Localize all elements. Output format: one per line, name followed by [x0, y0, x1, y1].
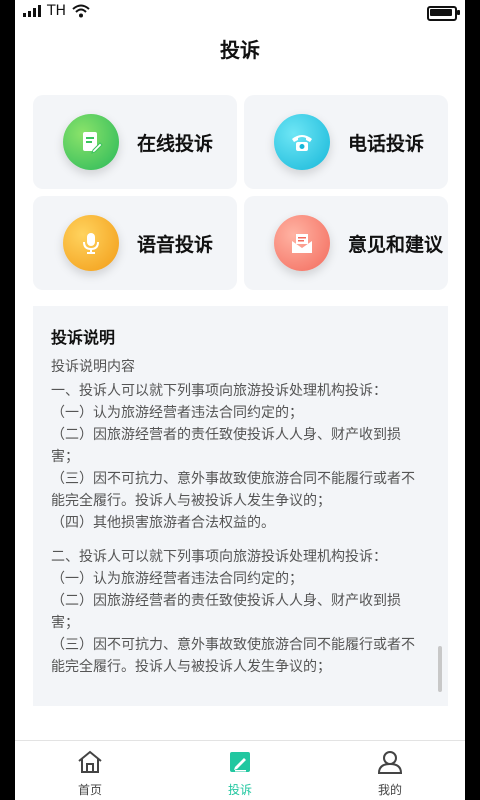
phone-complaint-label: 电话投诉: [348, 132, 425, 155]
notice-subtitle: 投诉说明内容: [51, 359, 135, 375]
notice-line: （三）因不可抗力、意外事故致使旅游合同不能履行或者不能完全履行。投诉人与被投诉人…: [51, 637, 415, 675]
notice-line: （四）其他损害旅游者合法权益的。: [51, 515, 275, 531]
envelope-icon: [274, 215, 330, 271]
page-title: 投诉: [220, 38, 260, 62]
notice-line: （一）认为旅游经营者违法合同约定的；: [51, 571, 303, 587]
online-complaint-label: 在线投诉: [137, 132, 214, 155]
document-edit-icon: [63, 114, 119, 170]
tab-complaint[interactable]: 投诉: [200, 749, 280, 798]
notice-line: （一）认为旅游经营者违法合同约定的；: [51, 405, 303, 421]
online-complaint-button[interactable]: 在线投诉: [33, 95, 237, 189]
voice-complaint-button[interactable]: 语音投诉: [33, 196, 237, 290]
screen: TH 投诉 在线投诉 电话投诉 语音投诉 意见和建议 投诉说明 投诉说明内容 一…: [15, 0, 465, 800]
notice-scrollbar[interactable]: [438, 646, 442, 692]
signal-icon: [23, 5, 41, 17]
notice-line: （二）因旅游经营者的责任致使投诉人人身、财产收到损害；: [51, 427, 401, 465]
tab-home[interactable]: 首页: [50, 749, 130, 798]
battery-icon: [427, 6, 460, 21]
tab-profile-label: 我的: [377, 783, 402, 797]
notice-line: 二、投诉人可以就下列事项向旅游投诉处理机构投诉：: [51, 549, 387, 565]
notice-line: （三）因不可抗力、意外事故致使旅游合同不能履行或者不能完全履行。投诉人与被投诉人…: [51, 471, 415, 509]
tab-profile[interactable]: 我的: [350, 749, 430, 798]
microphone-icon: [63, 215, 119, 271]
status-bar: TH: [15, 0, 465, 24]
tab-home-label: 首页: [77, 783, 102, 797]
home-icon: [78, 750, 102, 773]
user-icon: [377, 751, 403, 774]
notice-line: （二）因旅游经营者的责任致使投诉人人身、财产收到损害；: [51, 593, 401, 631]
complaint-options: 在线投诉 电话投诉 语音投诉 意见和建议: [33, 95, 448, 290]
bottom-tab-bar: 首页 投诉 我的: [15, 740, 465, 800]
carrier-label: TH: [47, 3, 67, 19]
suggestion-label: 意见和建议: [348, 233, 444, 256]
voice-complaint-label: 语音投诉: [137, 233, 214, 256]
phone-complaint-button[interactable]: 电话投诉: [244, 95, 448, 189]
telephone-icon: [274, 114, 330, 170]
notice-line: 一、投诉人可以就下列事项向旅游投诉处理机构投诉：: [51, 383, 387, 399]
notice-title: 投诉说明: [51, 328, 116, 347]
complaint-notice: 投诉说明 投诉说明内容 一、投诉人可以就下列事项向旅游投诉处理机构投诉： （一）…: [33, 306, 448, 706]
edit-icon: [230, 752, 250, 772]
tab-complaint-label: 投诉: [227, 783, 252, 797]
wifi-icon: [72, 4, 90, 18]
suggestion-button[interactable]: 意见和建议: [244, 196, 448, 290]
